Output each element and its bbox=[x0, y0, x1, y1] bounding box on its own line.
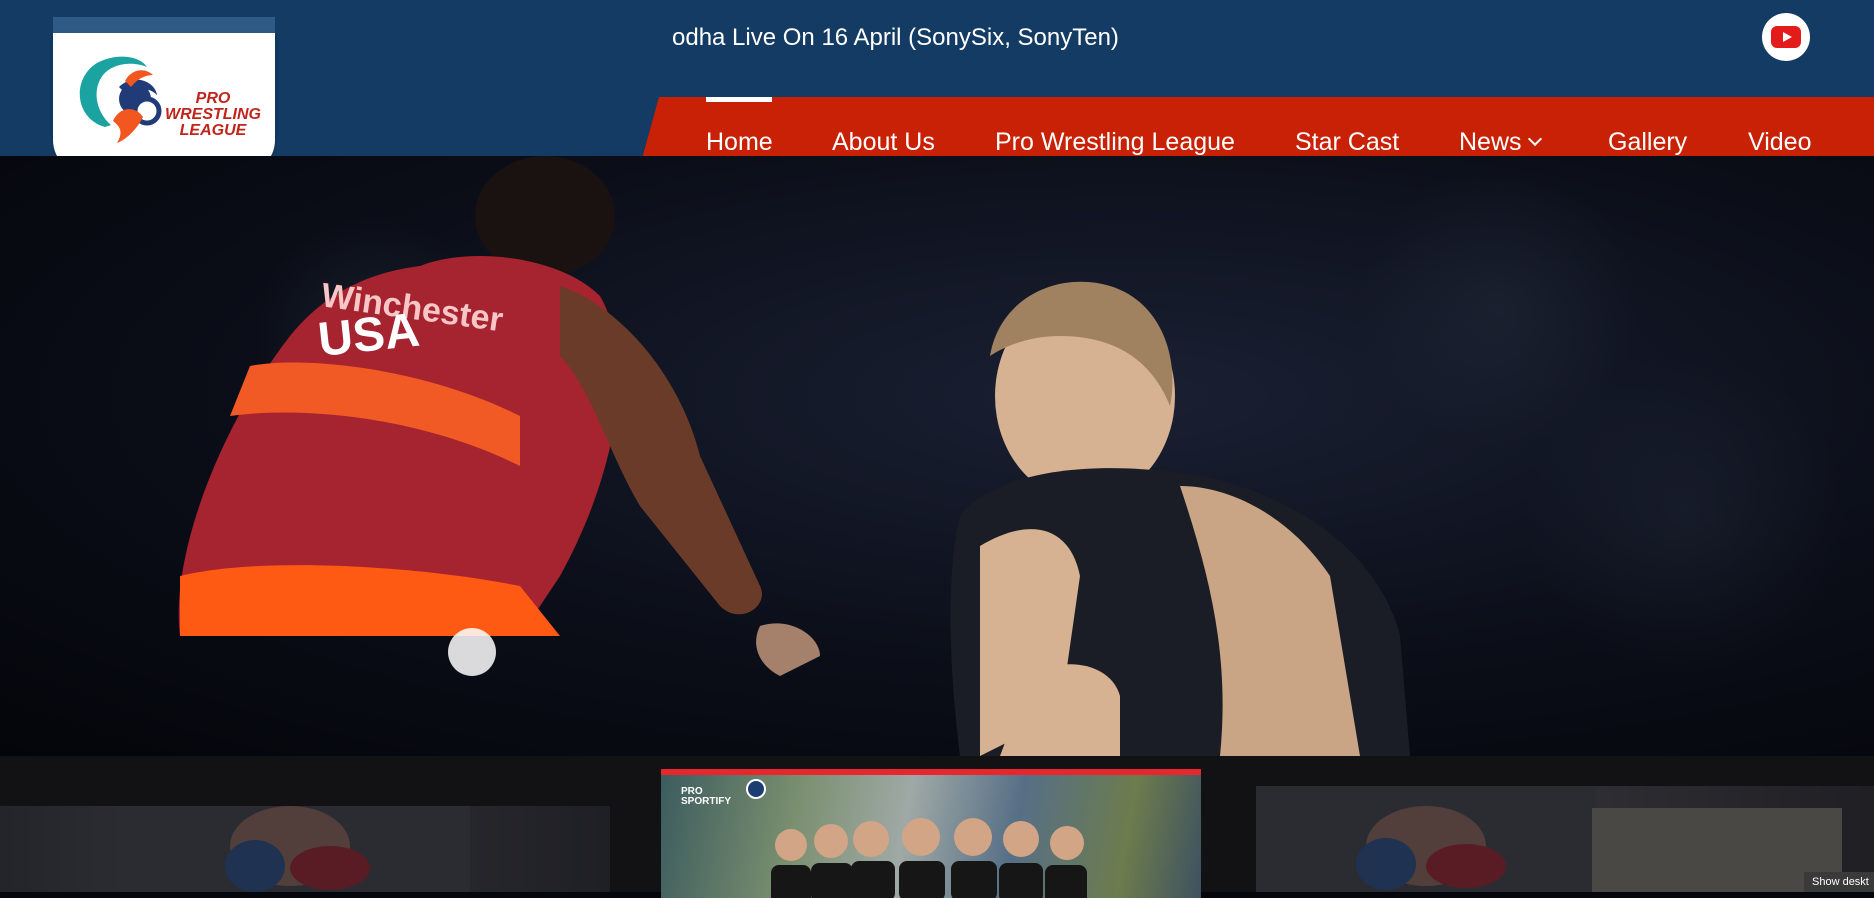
show-desktop-button[interactable]: Show deskt bbox=[1804, 872, 1874, 892]
logo-line-2: WRESTLING bbox=[165, 106, 261, 123]
carousel-slide-left[interactable] bbox=[0, 806, 610, 892]
right-slide-photo bbox=[1256, 786, 1842, 892]
youtube-link[interactable] bbox=[1762, 13, 1810, 61]
logo-wordmark: PRO WRESTLING LEAGUE bbox=[153, 91, 273, 139]
team-lineup-photo bbox=[771, 818, 1087, 898]
left-slide-photo bbox=[120, 806, 470, 892]
singlet-text-usa: USA bbox=[316, 304, 422, 367]
federation-badge-icon bbox=[746, 779, 766, 799]
chevron-down-icon bbox=[1527, 131, 1542, 147]
carousel-slide-active[interactable]: PRO SPORTIFY bbox=[661, 769, 1201, 898]
ticker-text: odha Live On 16 April (SonySix, SonyTen) bbox=[672, 24, 1119, 51]
carousel-slide-right[interactable] bbox=[1256, 786, 1874, 892]
logo-line-1: PRO bbox=[195, 90, 231, 107]
nav-active-indicator bbox=[706, 97, 772, 102]
news-ticker: odha Live On 16 April (SonySix, SonyTen) bbox=[672, 20, 1752, 56]
site-logo[interactable]: PRO WRESTLING LEAGUE bbox=[53, 33, 275, 174]
youtube-icon bbox=[1771, 26, 1801, 48]
wrestlers-photo: Winchester USA bbox=[178, 156, 1410, 756]
logo-line-3: LEAGUE bbox=[179, 122, 247, 139]
nav-news-label: News bbox=[1459, 128, 1522, 156]
hero-banner-image: Winchester USA bbox=[0, 156, 1874, 756]
